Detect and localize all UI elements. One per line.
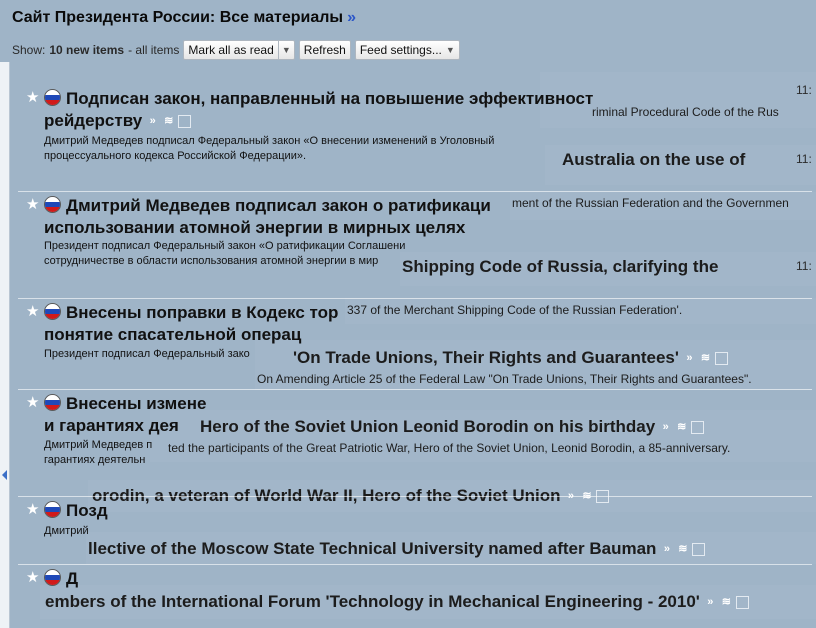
item-title[interactable]: Подписан закон, направленный на повышени… [66,88,593,110]
ghost-title: Shipping Code of Russia, clarifying the [402,257,719,276]
checkbox-icon[interactable] [692,543,706,557]
navigation-collapse-bar[interactable] [0,62,10,628]
item-time: 11: [796,152,812,166]
ghost-title-forum[interactable]: embers of the International Forum 'Techn… [45,591,749,613]
expand-icon[interactable]: ≋ [162,115,175,128]
russia-flag-icon [44,196,61,213]
ghost-title-text[interactable]: 'On Trade Unions, Their Rights and Guara… [293,348,679,367]
russia-flag-icon [44,303,61,320]
forward-icon[interactable]: » [660,543,673,556]
item-divider [18,191,812,192]
expand-icon[interactable]: ≋ [675,421,688,434]
new-items-filter[interactable]: 10 new items [49,43,124,57]
mark-all-read-button[interactable]: Mark all as read ▼ [183,40,295,60]
ghost-subtitle: On Amending Article 25 of the Federal La… [257,372,752,386]
chevron-down-icon: ▼ [445,45,455,55]
star-icon[interactable]: ★ [26,197,41,212]
star-icon[interactable]: ★ [26,570,41,585]
item-title-line2[interactable]: использовании атомной энергии в мирных ц… [44,217,465,239]
ghost-title-text[interactable]: llective of the Moscow State Technical U… [88,539,656,558]
forward-icon[interactable]: » [683,352,696,365]
item-title[interactable]: Дмитрий Медведев подписал закон о ратифи… [66,195,491,217]
item-title[interactable]: Внесены поправки в Кодекс тор [66,302,338,324]
item-actions: »≋ [660,543,706,557]
expand-icon[interactable]: ≋ [676,543,689,556]
reader-window: Сайт Президента России: Все материалы» S… [0,0,816,628]
item-divider [18,298,812,299]
russia-flag-icon [44,89,61,106]
star-icon[interactable]: ★ [26,90,41,105]
ghost-subtitle: riminal Procedural Code of the Rus [592,105,779,119]
item-title-line2[interactable]: и гарантиях дея [44,415,179,437]
item-actions: »≋ [146,115,192,129]
item-actions: »≋ [704,596,749,610]
feed-settings-label: Feed settings... [359,43,442,57]
forward-icon[interactable]: » [704,596,717,609]
russia-flag-icon [44,501,61,518]
item-snippet: Дмитрий [44,525,89,537]
ghost-title-trade-unions[interactable]: 'On Trade Unions, Their Rights and Guara… [293,347,728,369]
item-snippet: Президент подписал Федеральный закон «О … [44,240,406,252]
ghost-title-borodin-birthday[interactable]: Hero of the Soviet Union Leonid Borodin … [200,416,705,438]
item-title[interactable]: Д [66,568,78,590]
checkbox-icon[interactable] [178,115,192,129]
item-title-line2[interactable]: понятие спасательной операц [44,324,301,346]
item-title[interactable]: Позд [66,500,108,522]
star-icon[interactable]: ★ [26,502,41,517]
feed-settings-button[interactable]: Feed settings... ▼ [354,40,460,60]
feed-title[interactable]: Сайт Президента России: Все материалы» [12,9,356,27]
show-label: Show: [12,43,46,57]
item-divider [18,564,812,565]
all-items-filter[interactable]: - all items [128,43,179,57]
checkbox-icon[interactable] [691,421,705,435]
item-title-line2[interactable]: рейдерству » ≋ [44,110,192,132]
item-title[interactable]: Внесены измене [66,393,206,415]
feed-toolbar: Show: 10 new items - all items Mark all … [12,40,460,60]
item-snippet: гарантиях деятельн [44,454,146,466]
ghost-title-text[interactable]: Hero of the Soviet Union Leonid Borodin … [200,417,655,436]
ghost-subtitle: ted the participants of the Great Patrio… [168,441,731,455]
collapse-arrow-icon[interactable] [2,470,7,480]
star-icon[interactable]: ★ [26,304,41,319]
forward-icon[interactable]: » [659,421,672,434]
feed-title-text[interactable]: Сайт Президента России: Все материалы [12,9,343,26]
item-snippet: Дмитрий Медведев п [44,439,153,451]
item-actions: »≋ [683,352,728,366]
checkbox-icon[interactable] [714,352,728,366]
ghost-title-text[interactable]: embers of the International Forum 'Techn… [45,592,700,611]
russia-flag-icon [44,569,61,586]
item-snippet: сотрудничестве в области использования а… [44,255,379,267]
ghost-title: Australia on the use of [562,150,746,169]
ghost-subtitle: 337 of the Merchant Shipping Code of the… [347,303,683,317]
item-time: 11: [796,259,812,273]
item-snippet: процессуального кодекса Российской Федер… [44,150,307,162]
ghost-subtitle: ment of the Russian Federation and the G… [512,196,789,210]
checkbox-icon[interactable] [735,596,749,610]
expand-icon[interactable]: ≋ [720,596,733,609]
chevron-down-icon[interactable]: ▼ [277,41,294,59]
item-actions: »≋ [659,421,705,435]
item-divider [18,389,812,390]
item-snippet: Дмитрий Медведев подписал Федеральный за… [44,135,495,147]
item-divider [18,496,812,497]
russia-flag-icon [44,394,61,411]
refresh-button[interactable]: Refresh [298,40,351,60]
forward-icon[interactable]: » [146,115,159,128]
mark-all-read-label: Mark all as read [188,43,274,57]
item-time: 11: [796,83,812,97]
ghost-title-bauman[interactable]: llective of the Moscow State Technical U… [88,538,706,560]
item-snippet: Президент подписал Федеральный зако [44,348,250,360]
feed-title-arrow-icon[interactable]: » [347,9,356,26]
expand-icon[interactable]: ≋ [699,352,712,365]
star-icon[interactable]: ★ [26,395,41,410]
item-title-text[interactable]: рейдерству [44,111,142,130]
